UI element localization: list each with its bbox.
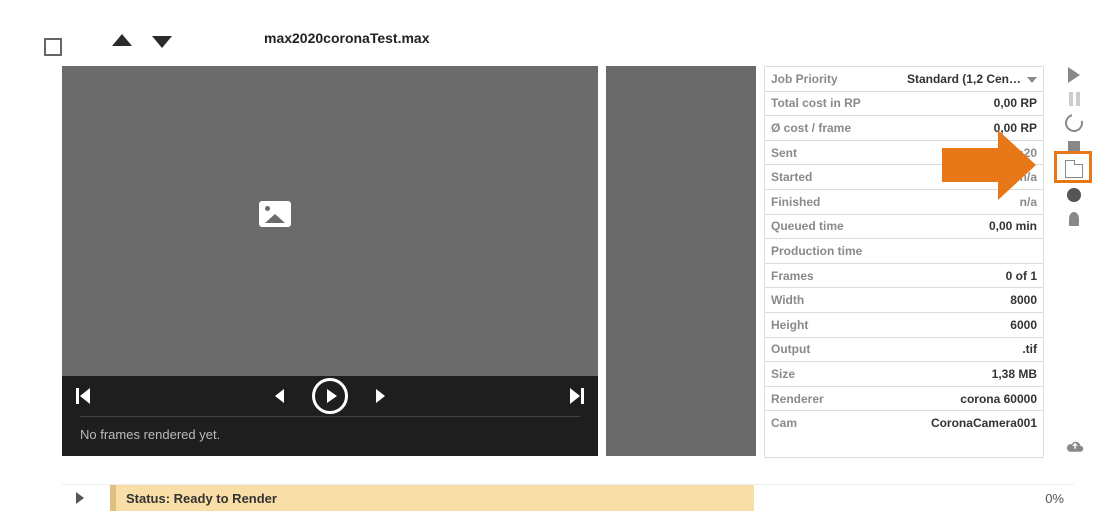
cloud-upload-icon (1066, 438, 1084, 452)
pause-icon (1069, 92, 1080, 106)
database-button[interactable] (1065, 210, 1083, 228)
info-row-renderer: Renderercorona 60000 (765, 387, 1043, 412)
user-button[interactable] (1065, 186, 1083, 204)
player-status-text: No frames rendered yet. (62, 417, 598, 442)
info-row-width: Width8000 (765, 288, 1043, 313)
info-label: Job Priority (771, 72, 838, 86)
skip-last-icon[interactable] (570, 388, 580, 404)
info-row-sent: Sent06.01.2021 09:20 (765, 141, 1043, 166)
info-row-output: Output.tif (765, 338, 1043, 363)
preview-panel (62, 66, 598, 376)
status-label: Status: Ready to Render (110, 485, 754, 511)
highlight-annotation (1054, 151, 1092, 183)
image-placeholder-icon (259, 201, 291, 227)
preview-strip-right (490, 66, 598, 362)
status-bar: Status: Ready to Render 0% (62, 484, 1074, 511)
play-icon (1068, 67, 1080, 83)
move-down-icon[interactable] (152, 36, 172, 48)
next-frame-icon[interactable] (376, 389, 385, 403)
preview-thumbnail-panel (606, 66, 756, 456)
chevron-down-icon (1027, 77, 1037, 83)
info-row-size: Size1,38 MB (765, 362, 1043, 387)
info-row-finished: Finishedn/a (765, 190, 1043, 215)
play-icon (327, 389, 337, 403)
user-icon (1067, 188, 1081, 202)
job-actions-sidebar (1062, 66, 1086, 228)
select-job-checkbox[interactable] (44, 38, 62, 56)
upload-button[interactable] (1066, 438, 1084, 457)
reload-icon (1062, 111, 1087, 136)
priority-dropdown[interactable]: Standard (1,2 Cen… (907, 72, 1037, 86)
info-row-height: Height6000 (765, 313, 1043, 338)
info-row-production: Production time (765, 239, 1043, 264)
info-row-queued: Queued time0,00 min (765, 215, 1043, 240)
pause-render-button[interactable] (1065, 90, 1083, 108)
info-row-avg-cost: Ø cost / frame0,00 RP (765, 116, 1043, 141)
info-row-priority: Job Priority Standard (1,2 Cen… (765, 67, 1043, 92)
reload-button[interactable] (1065, 114, 1083, 132)
preview-image-area (62, 66, 488, 362)
prev-frame-icon[interactable] (275, 389, 284, 403)
preview-strip-bottom (62, 364, 598, 376)
info-row-total-cost: Total cost in RP0,00 RP (765, 92, 1043, 117)
info-row-cam: CamCoronaCamera001 (765, 411, 1043, 435)
move-up-icon[interactable] (112, 34, 132, 46)
start-render-button[interactable] (1065, 66, 1083, 84)
info-row-started: Startedn/a (765, 165, 1043, 190)
job-info-panel: Job Priority Standard (1,2 Cen… Total co… (764, 66, 1044, 458)
job-filename: max2020coronaTest.max (264, 30, 430, 46)
play-button[interactable] (312, 378, 348, 414)
skip-first-icon[interactable] (80, 388, 90, 404)
database-icon (1069, 212, 1079, 226)
expand-status-icon[interactable] (76, 492, 84, 504)
info-row-frames: Frames0 of 1 (765, 264, 1043, 289)
progress-percent: 0% (1045, 491, 1064, 506)
player-bar: No frames rendered yet. (62, 376, 598, 456)
